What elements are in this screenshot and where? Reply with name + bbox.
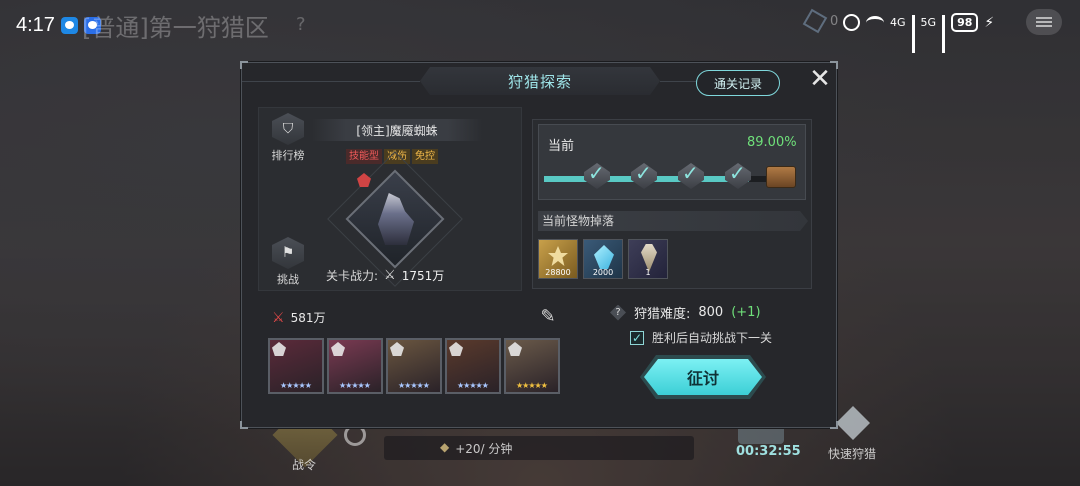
hero-stars: ★★★★★	[339, 381, 371, 390]
drop-qty: 2000	[592, 268, 614, 277]
progress-label: 当前	[548, 139, 575, 154]
boss-name: [领主]魔魇蜘蛛	[312, 119, 482, 141]
signal-bars-icon	[911, 14, 915, 53]
crossed-swords-icon: ⚔	[272, 309, 285, 326]
hero-slot[interactable]: ★★★★★	[386, 338, 442, 394]
frame-corner	[830, 421, 838, 429]
rate-bar	[384, 436, 694, 460]
hunt-explore-dialog: 狩猎探索 通关记录 ✕ ⛉ 排行榜 ⚑ 挑战 [领主]魔魇蜘蛛 技能型 减伤 免…	[240, 61, 838, 429]
challenge-label: 挑战	[277, 273, 299, 286]
rate-label: +20/ 分钟	[455, 442, 513, 456]
close-button[interactable]: ✕	[806, 66, 834, 94]
rate-gem-icon: ◆	[440, 440, 450, 454]
difficulty-increment: (+1)	[731, 305, 761, 320]
hero-stars: ★★★★★	[457, 381, 489, 390]
ranking-icon: ⛉	[272, 113, 304, 145]
team-power-value: 581万	[290, 311, 326, 325]
hero-slot[interactable]: ★★★★★	[504, 338, 560, 394]
wifi-icon	[866, 15, 884, 30]
chat-app-icon	[61, 17, 78, 34]
dialog-title: 狩猎探索	[420, 67, 660, 95]
crossed-swords-icon: ⚔	[384, 268, 396, 283]
drop-item-drill[interactable]: 1	[628, 239, 668, 279]
stage-power-label: 关卡战力:	[326, 269, 379, 283]
auto-next-row[interactable]: ✓ 胜利后自动挑战下一关	[630, 329, 772, 346]
auto-next-label: 胜利后自动挑战下一关	[652, 331, 773, 345]
hunt-difficulty: ? 狩猎难度: 800 (+1)	[610, 303, 761, 322]
hero-slot[interactable]: ★★★★★	[327, 338, 383, 394]
attack-button[interactable]: 征讨	[644, 359, 762, 395]
check-icon: ✓	[635, 161, 652, 185]
stage-power-value: 1751万	[401, 269, 445, 283]
signal-bars-icon	[942, 14, 946, 53]
team-power: ⚔ 581万	[272, 309, 325, 326]
help-icon: ?	[296, 14, 306, 35]
alarm-icon	[843, 14, 860, 31]
check-icon: ✓	[682, 161, 699, 185]
drop-qty: 28800	[545, 268, 571, 277]
boss-tag: 技能型	[346, 149, 382, 164]
drop-item-crystal[interactable]: 2000	[583, 239, 623, 279]
area-title: [普通]第一狩猎区	[82, 14, 269, 42]
help-icon[interactable]: ?	[610, 304, 626, 321]
ranking-button[interactable]: ⛉ 排行榜	[266, 113, 310, 163]
auto-next-checkbox[interactable]: ✓	[630, 330, 644, 345]
header-divider	[242, 81, 420, 82]
hero-slot[interactable]: ★★★★★	[268, 338, 324, 394]
drop-qty: 1	[645, 268, 651, 277]
drop-item-gold[interactable]: 28800	[538, 239, 578, 279]
check-icon: ✓	[729, 161, 746, 185]
quick-hunt-label: 快速狩猎	[828, 447, 877, 461]
rate-display: ◆ +20/ 分钟	[440, 440, 512, 457]
edit-team-button[interactable]: ✎	[534, 303, 562, 331]
check-icon: ✓	[588, 161, 605, 185]
hero-stars: ★★★★★	[516, 381, 548, 390]
battery-indicator: 98	[951, 13, 979, 32]
ranking-label: 排行榜	[271, 149, 305, 162]
gold-icon	[548, 246, 568, 266]
resource-count: 0	[830, 14, 839, 29]
hero-stars: ★★★★★	[280, 381, 312, 390]
challenge-button[interactable]: ⚑ 挑战	[266, 237, 310, 287]
difficulty-value: 800	[698, 305, 724, 320]
status-time: 4:17	[16, 14, 55, 36]
reward-chest-icon[interactable]	[766, 166, 796, 188]
boss-tag: 免控	[412, 149, 438, 164]
idle-timer: 00:32:55	[736, 444, 801, 459]
signal-4g-label: 4G	[890, 16, 906, 29]
system-status-icons: 4G 5G 98 ⚡	[843, 13, 995, 53]
signal-5g-label: 5G	[920, 16, 937, 29]
clear-record-button[interactable]: 通关记录	[696, 70, 780, 96]
difficulty-label: 狩猎难度:	[634, 307, 691, 322]
crystal-icon	[594, 245, 614, 269]
frame-corner	[240, 61, 248, 69]
charging-icon: ⚡	[984, 14, 995, 31]
header-divider	[660, 81, 696, 82]
battle-pass-label: 战令	[292, 458, 317, 472]
challenge-icon: ⚑	[272, 237, 304, 269]
hero-stars: ★★★★★	[398, 381, 430, 390]
hero-slot[interactable]: ★★★★★	[445, 338, 501, 394]
stage-power: 关卡战力: ⚔ 1751万	[326, 267, 444, 284]
menu-button[interactable]	[1026, 9, 1062, 35]
frame-corner	[240, 421, 248, 429]
progress-percent: 89.00%	[747, 135, 797, 150]
drops-header: 当前怪物掉落	[538, 211, 808, 231]
